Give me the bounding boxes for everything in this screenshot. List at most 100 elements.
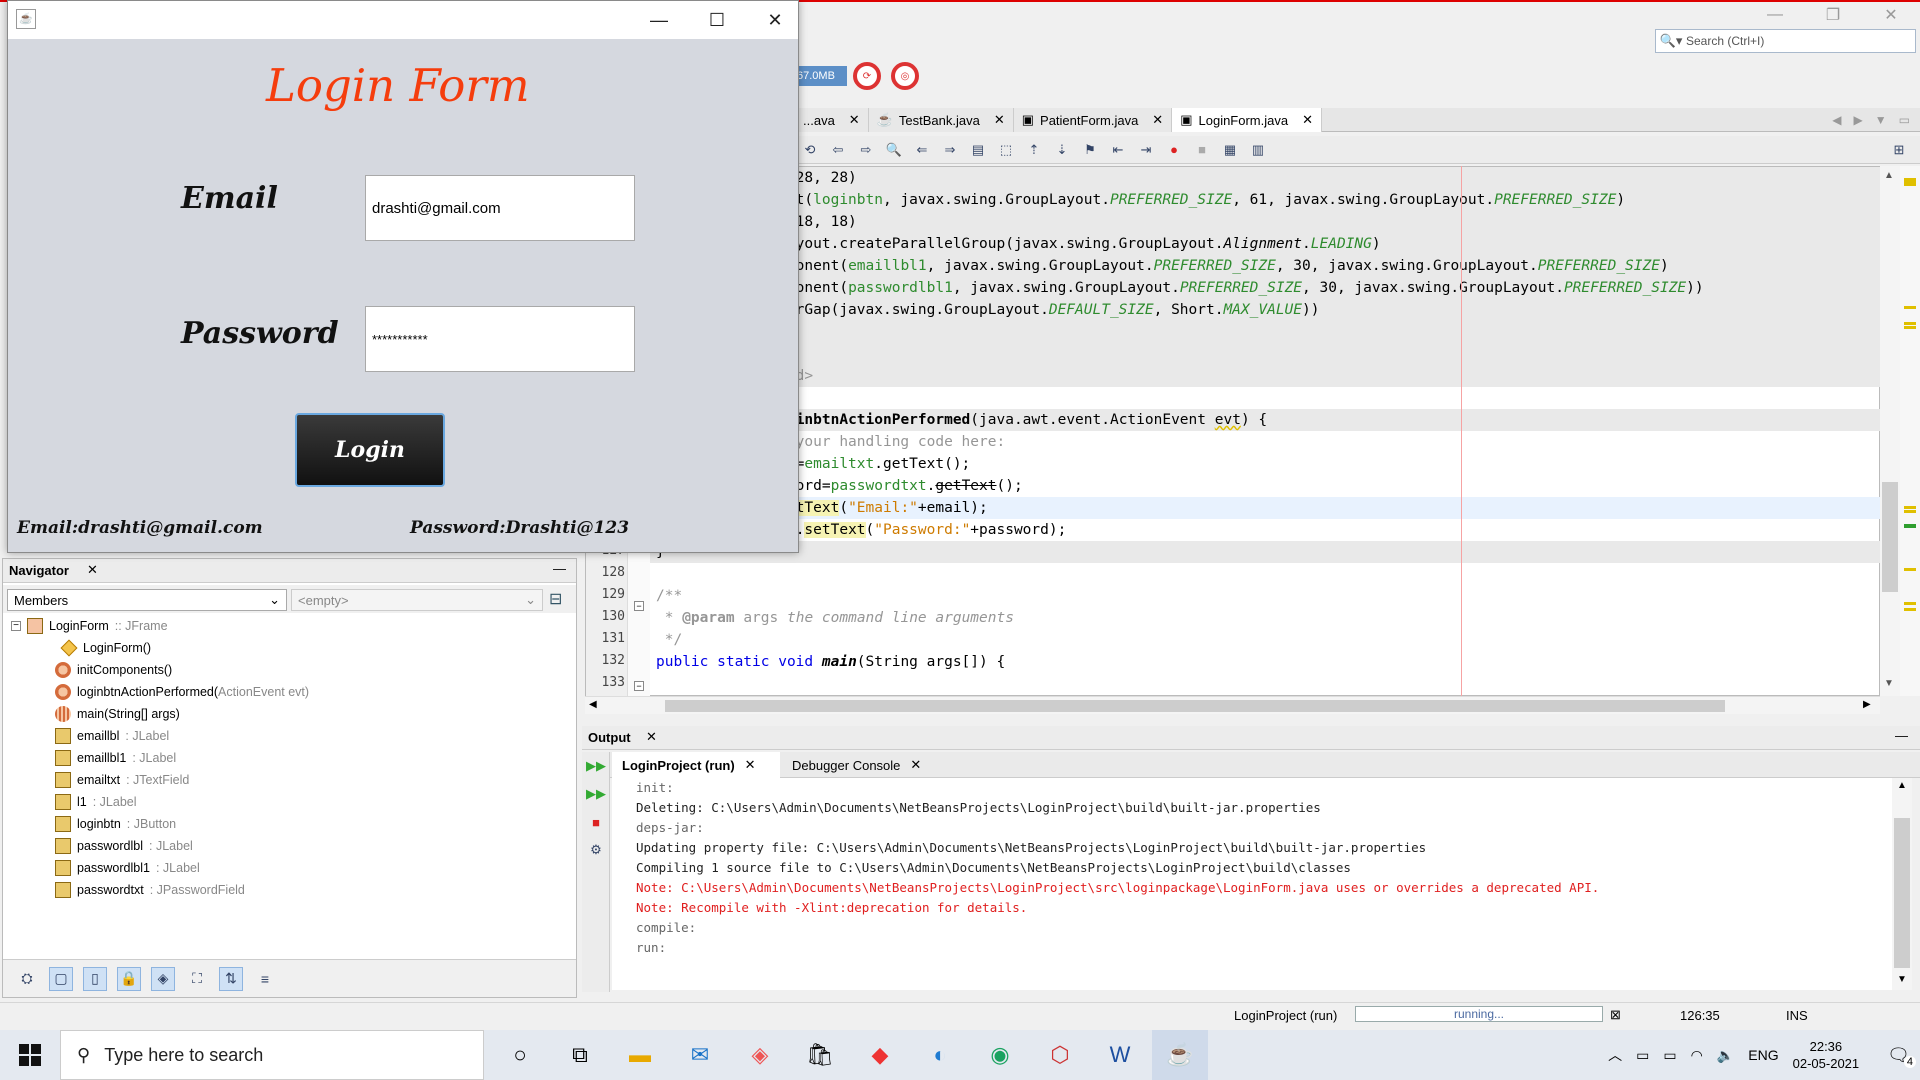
close-icon[interactable]: ✕ (994, 112, 1005, 128)
toggle-bookmark-icon[interactable]: ⚑ (1079, 140, 1101, 160)
rerun-icon[interactable]: ▶▶ (585, 756, 607, 776)
minimize-icon[interactable]: — (630, 1, 688, 39)
wifi-icon[interactable]: ◠ (1691, 1047, 1703, 1064)
history-icon[interactable]: ⟲ (799, 140, 821, 160)
collapse-icon[interactable]: − (11, 621, 21, 631)
volume-icon[interactable]: 🔈 (1717, 1047, 1734, 1064)
tree-item[interactable]: loginbtnActionPerformed(ActionEvent evt) (55, 681, 309, 703)
netbeans-icon[interactable]: ⬡ (1032, 1030, 1088, 1080)
members-dropdown[interactable]: Members ⌄ (7, 589, 287, 611)
edge-icon[interactable]: ◐ (912, 1030, 968, 1080)
comment-icon[interactable]: ▦ (1219, 140, 1241, 160)
tab-testbank[interactable]: ☕ TestBank.java ✕ (868, 108, 1014, 132)
output-scrollbar[interactable]: ▲ ▼ (1892, 778, 1912, 990)
close-icon[interactable]: ✕ (646, 729, 657, 745)
scroll-up-icon[interactable]: ▲ (1897, 780, 1907, 791)
profiler-icon[interactable]: ◎ (891, 62, 919, 90)
java-app-icon[interactable]: ☕ (1152, 1030, 1208, 1080)
close-icon[interactable]: ✕ (910, 757, 921, 773)
tree-item[interactable]: passwordlbl : JLabel (55, 835, 193, 857)
close-icon[interactable]: ✕ (1152, 112, 1163, 128)
find-prev-icon[interactable]: ⇐ (911, 140, 933, 160)
minimize-icon[interactable]: — (1895, 728, 1908, 743)
battery-icon[interactable]: ▭ (1663, 1047, 1676, 1064)
show-inherited-icon[interactable]: ⛭ (15, 967, 39, 991)
tree-item[interactable]: main(String[] args) (55, 703, 180, 725)
sort-by-name-icon[interactable]: ⇅ (219, 966, 243, 991)
scrollbar-thumb[interactable] (1882, 482, 1898, 592)
scroll-up-icon[interactable]: ▲ (1884, 170, 1894, 181)
show-static-icon[interactable]: ▯ (83, 966, 107, 991)
stop-icon[interactable]: ■ (585, 812, 607, 832)
language[interactable]: ENG (1748, 1047, 1778, 1063)
tree-item[interactable]: emaillbl : JLabel (55, 725, 169, 747)
tab-debugger-console[interactable]: Debugger Console ✕ (782, 752, 932, 778)
app-icon[interactable]: ◈ (732, 1030, 788, 1080)
clock[interactable]: 22:36 02-05-2021 (1793, 1038, 1860, 1072)
find-icon[interactable]: 🔍 (883, 140, 905, 160)
file-explorer-icon[interactable]: ▬ (612, 1030, 668, 1080)
fold-icon[interactable]: − (634, 601, 644, 611)
shift-left-icon[interactable]: ⇤ (1107, 140, 1129, 160)
taskbar-search[interactable]: ⚲ Type here to search (60, 1030, 484, 1080)
notification-icon[interactable]: 🗨 4 (1887, 1045, 1916, 1068)
cortana-icon[interactable]: ○ (492, 1030, 548, 1080)
output-console[interactable]: init: Deleting: C:\Users\Admin\Documents… (612, 778, 1892, 990)
scroll-down-icon[interactable]: ▼ (1897, 974, 1907, 985)
toggle-highlight-icon[interactable]: ▤ (967, 140, 989, 160)
gc-icon[interactable]: ⟳ (853, 62, 881, 90)
scrollbar-thumb[interactable] (1894, 818, 1910, 968)
word-icon[interactable]: W (1092, 1030, 1148, 1080)
show-nonpublic-icon[interactable]: 🔒 (117, 966, 141, 991)
sort-by-source-icon[interactable]: ≡ (253, 967, 277, 991)
show-fqn-icon[interactable]: ⛶ (185, 967, 209, 991)
close-icon[interactable]: ✕ (745, 757, 756, 773)
password-field[interactable]: *********** (365, 306, 635, 372)
tree-item[interactable]: LoginForm() (60, 637, 151, 659)
find-next-icon[interactable]: ⇒ (939, 140, 961, 160)
chrome-icon[interactable]: ◉ (972, 1030, 1028, 1080)
minimize-icon[interactable]: — (1746, 0, 1804, 30)
settings-icon[interactable]: ⚙ (585, 840, 607, 860)
scroll-left-icon[interactable]: ◀ (589, 699, 597, 710)
uncomment-icon[interactable]: ▥ (1247, 140, 1269, 160)
mail-icon[interactable]: ✉ (672, 1030, 728, 1080)
chevron-up-icon[interactable]: ︿ (1608, 1045, 1622, 1065)
tree-item[interactable]: loginbtn : JButton (55, 813, 176, 835)
show-fields-icon[interactable]: ▢ (49, 966, 73, 991)
empty-dropdown[interactable]: <empty> ⌄ (291, 589, 543, 611)
tab-loginproject-run[interactable]: LoginProject (run) ✕ (612, 752, 780, 778)
select-icon[interactable]: ⬚ (995, 140, 1017, 160)
close-icon[interactable]: ✕ (1862, 0, 1920, 30)
ide-search-input[interactable]: 🔍▾ Search (Ctrl+I) (1655, 29, 1916, 53)
scrollbar-thumb[interactable] (665, 700, 1725, 712)
store-icon[interactable]: 🛍 (792, 1030, 848, 1080)
restore-icon[interactable]: ❐ (1804, 0, 1862, 30)
close-icon[interactable]: ✕ (87, 562, 98, 578)
code-area[interactable]: .addGap(28, 28, 28) .addComponent(loginb… (650, 167, 1881, 697)
stop-macro-icon[interactable]: ■ (1191, 140, 1213, 160)
forward-icon[interactable]: ⇨ (855, 140, 877, 160)
filter-options-icon[interactable]: ⊟ (549, 589, 562, 609)
tab-loginform[interactable]: ▣ LoginForm.java ✕ (1172, 108, 1323, 132)
show-inner-icon[interactable]: ◈ (151, 966, 175, 991)
start-button[interactable] (0, 1030, 60, 1080)
task-view-icon[interactable]: ⧉ (552, 1030, 608, 1080)
tree-item[interactable]: emaillbl1 : JLabel (55, 747, 176, 769)
maximize-icon[interactable]: ☐ (688, 1, 746, 39)
maximize-icon[interactable]: ▭ (1899, 113, 1910, 127)
record-macro-icon[interactable]: ● (1163, 140, 1185, 160)
split-icon[interactable]: ⊞ (1888, 140, 1910, 160)
close-icon[interactable]: ✕ (849, 112, 860, 128)
editor-vertical-scrollbar[interactable]: ▲ ▼ (1880, 166, 1900, 696)
anydesk-icon[interactable]: ◆ (852, 1030, 908, 1080)
tab-next-icon[interactable]: ▶ (1854, 113, 1863, 127)
prev-bookmark-icon[interactable]: ⇡ (1023, 140, 1045, 160)
tree-item[interactable]: initComponents() (55, 659, 172, 681)
tree-item[interactable]: passwordlbl1 : JLabel (55, 857, 200, 879)
login-button[interactable]: Login (295, 413, 445, 487)
scroll-right-icon[interactable]: ▶ (1863, 699, 1871, 710)
editor-horizontal-scrollbar[interactable]: ◀ ▶ (585, 696, 1880, 714)
cancel-task-icon[interactable]: ⊠ (1610, 1007, 1621, 1023)
next-bookmark-icon[interactable]: ⇣ (1051, 140, 1073, 160)
